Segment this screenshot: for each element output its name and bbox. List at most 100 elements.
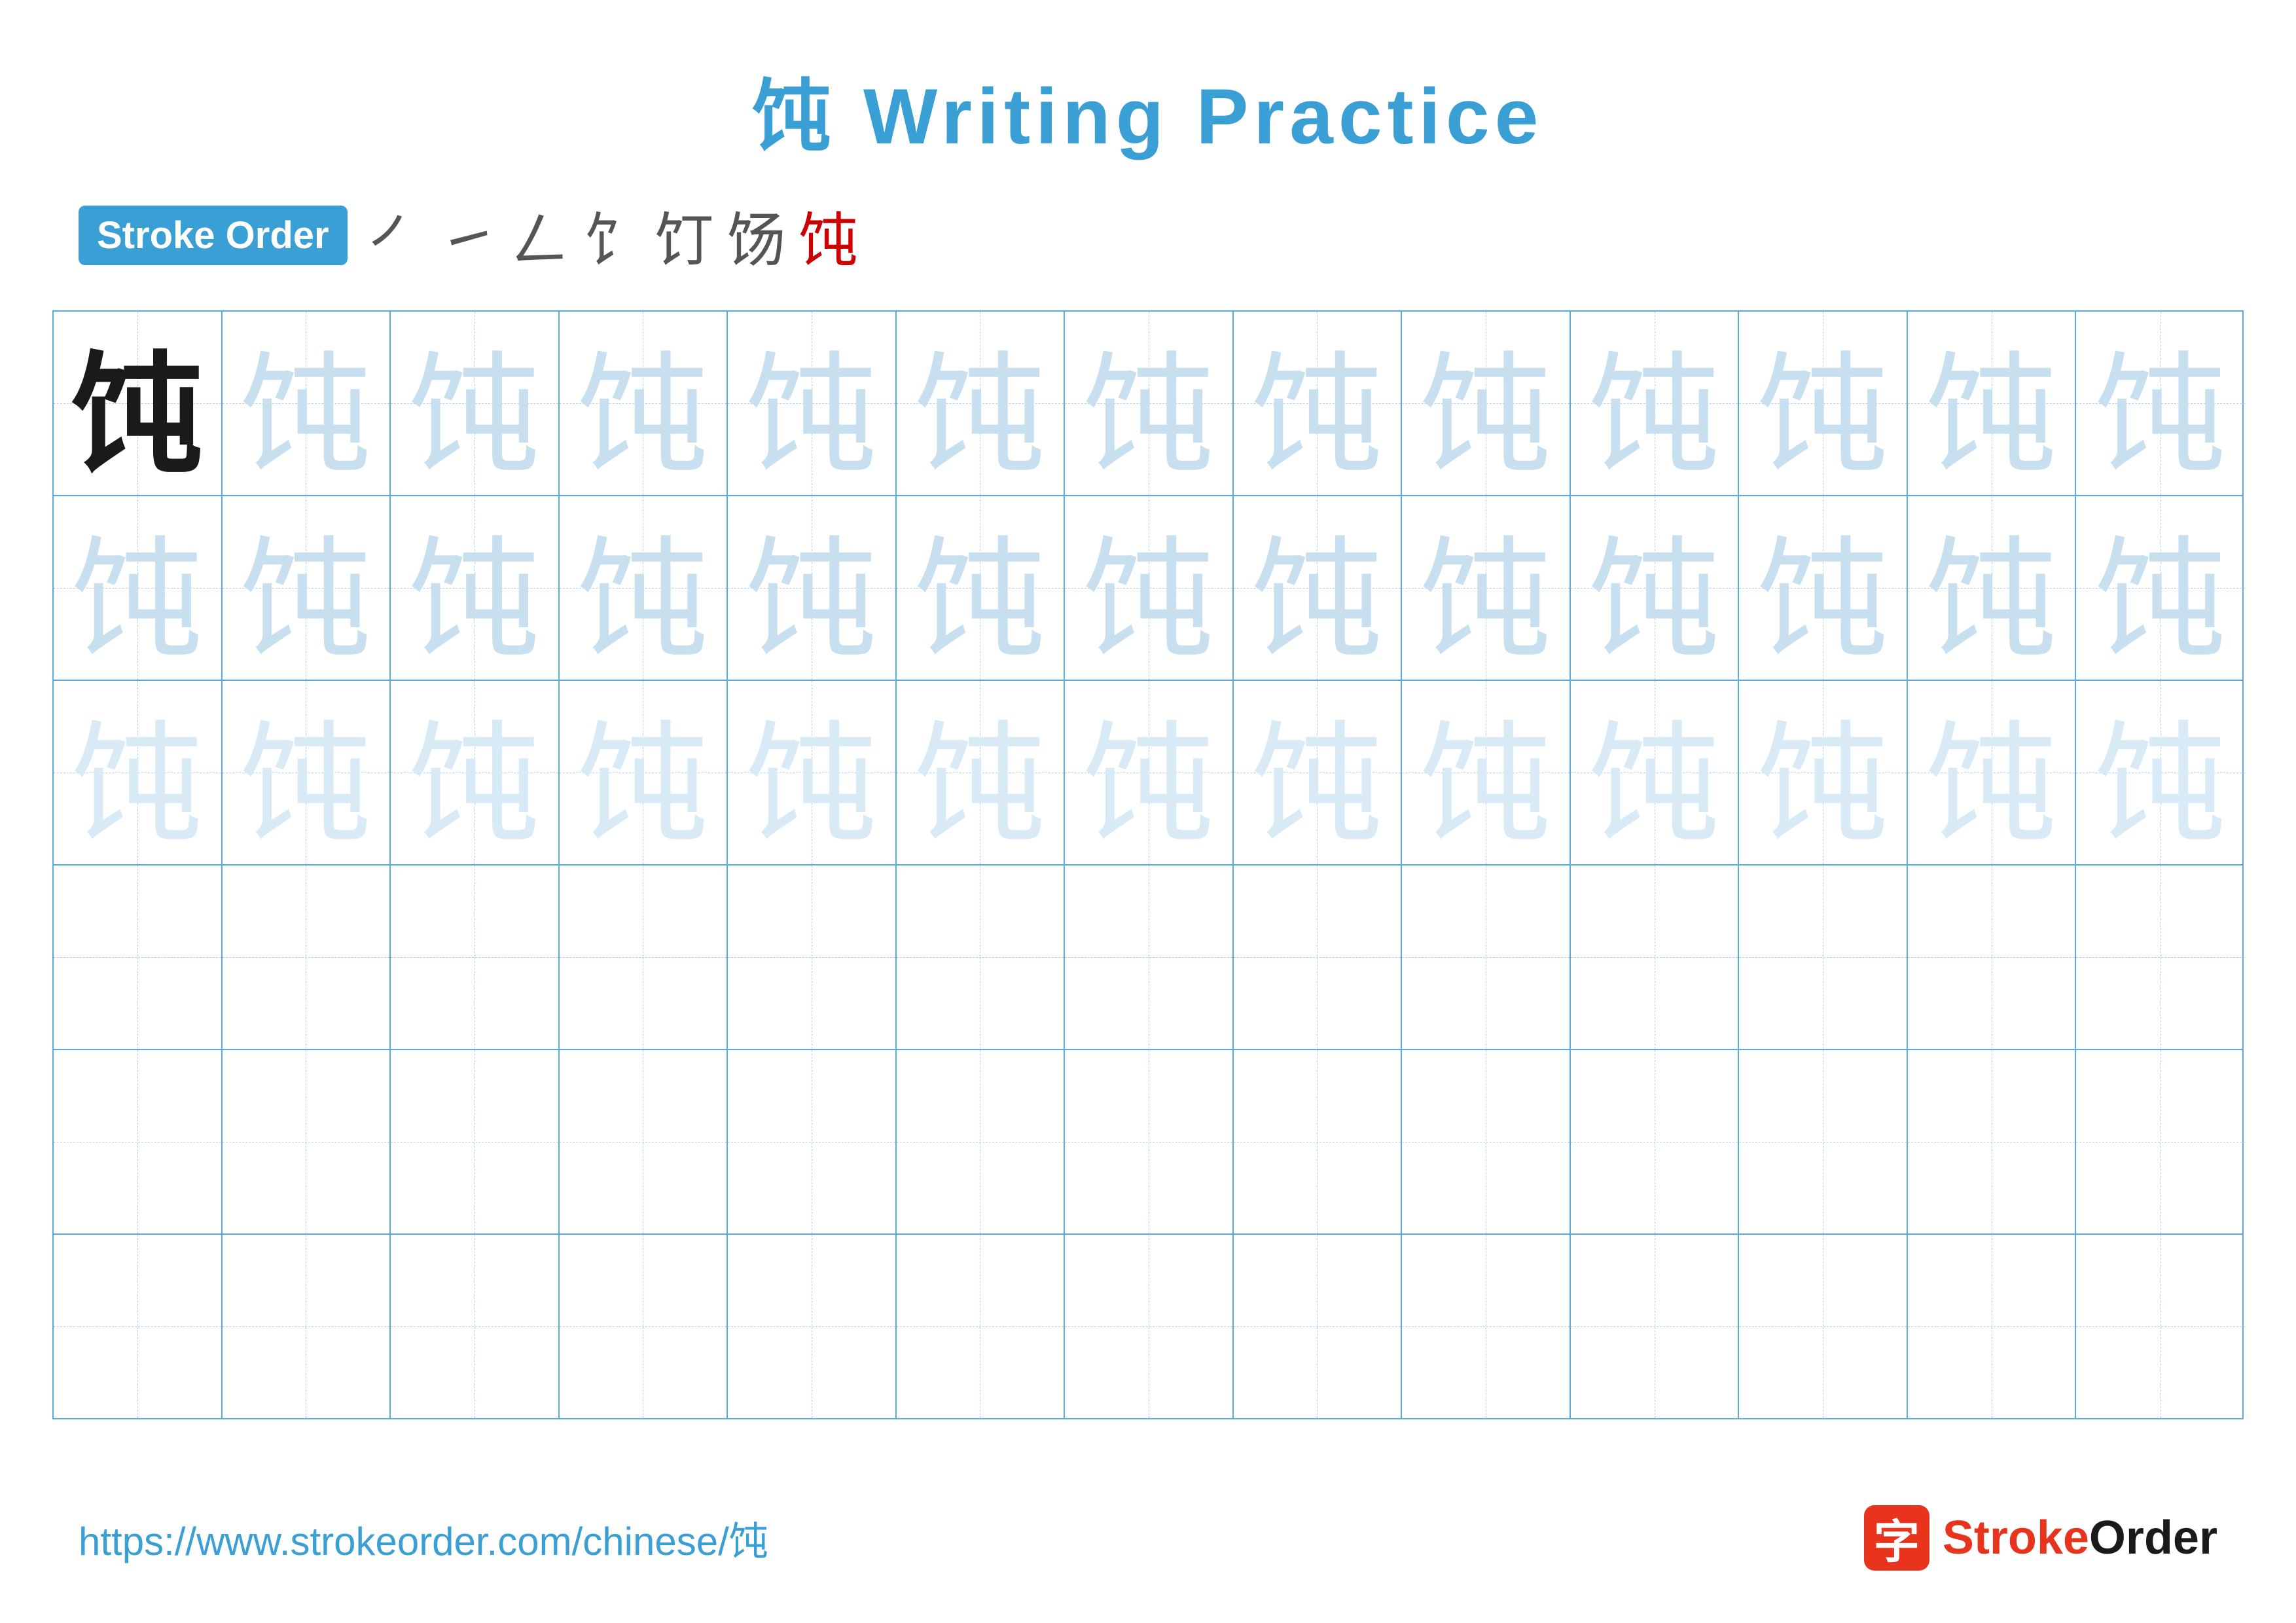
grid-cell-2-2[interactable]: 饨 [223, 496, 391, 680]
grid-cell-1-2[interactable]: 饨 [223, 312, 391, 495]
grid-cell-5-1[interactable] [54, 1050, 223, 1233]
grid-cell-3-7[interactable]: 饨 [1065, 681, 1234, 864]
grid-cell-1-5[interactable]: 饨 [728, 312, 897, 495]
grid-cell-2-9[interactable]: 饨 [1402, 496, 1571, 680]
grid-cell-6-9[interactable] [1402, 1235, 1571, 1418]
grid-cell-2-5[interactable]: 饨 [728, 496, 897, 680]
grid-cell-1-7[interactable]: 饨 [1065, 312, 1234, 495]
grid-row-3: 饨 饨 饨 饨 饨 饨 饨 饨 饨 饨 饨 饨 [54, 681, 2242, 866]
grid-cell-6-13[interactable] [2076, 1235, 2245, 1418]
char-display: 饨 [1420, 308, 1551, 498]
page-title: 饨 Writing Practice [0, 0, 2296, 192]
stroke-order-row: Stroke Order ㇒ ㇀ 𠃋 饣 饤 饧 饨 [0, 192, 2296, 278]
grid-cell-1-6[interactable]: 饨 [897, 312, 1066, 495]
grid-cell-6-6[interactable] [897, 1235, 1066, 1418]
grid-cell-3-5[interactable]: 饨 [728, 681, 897, 864]
grid-cell-4-7[interactable] [1065, 866, 1234, 1049]
char-display: 饨 [1251, 678, 1382, 867]
char-display: 饨 [240, 308, 371, 498]
grid-cell-6-1[interactable] [54, 1235, 223, 1418]
grid-cell-6-7[interactable] [1065, 1235, 1234, 1418]
grid-cell-4-8[interactable] [1234, 866, 1403, 1049]
grid-cell-5-8[interactable] [1234, 1050, 1403, 1233]
grid-cell-4-12[interactable] [1908, 866, 2077, 1049]
grid-cell-3-3[interactable]: 饨 [391, 681, 560, 864]
grid-cell-5-9[interactable] [1402, 1050, 1571, 1233]
grid-cell-2-3[interactable]: 饨 [391, 496, 560, 680]
grid-cell-1-11[interactable]: 饨 [1739, 312, 1908, 495]
grid-cell-3-4[interactable]: 饨 [560, 681, 728, 864]
grid-cell-3-10[interactable]: 饨 [1571, 681, 1740, 864]
grid-cell-6-11[interactable] [1739, 1235, 1908, 1418]
grid-cell-5-10[interactable] [1571, 1050, 1740, 1233]
grid-cell-3-12[interactable]: 饨 [1908, 681, 2077, 864]
grid-cell-3-1[interactable]: 饨 [54, 681, 223, 864]
grid-cell-5-5[interactable] [728, 1050, 897, 1233]
grid-cell-3-13[interactable]: 饨 [2076, 681, 2245, 864]
stroke-4: 饣 [583, 192, 642, 278]
title-text: Writing Practice [836, 73, 1544, 160]
char-display: 饨 [914, 308, 1045, 498]
grid-cell-3-6[interactable]: 饨 [897, 681, 1066, 864]
grid-cell-6-8[interactable] [1234, 1235, 1403, 1418]
grid-cell-3-2[interactable]: 饨 [223, 681, 391, 864]
grid-cell-5-3[interactable] [391, 1050, 560, 1233]
char-display: 饨 [2095, 678, 2226, 867]
grid-cell-4-3[interactable] [391, 866, 560, 1049]
grid-cell-5-13[interactable] [2076, 1050, 2245, 1233]
grid-cell-2-8[interactable]: 饨 [1234, 496, 1403, 680]
grid-cell-5-7[interactable] [1065, 1050, 1234, 1233]
grid-cell-4-6[interactable] [897, 866, 1066, 1049]
grid-cell-5-4[interactable] [560, 1050, 728, 1233]
writing-grid: 饨 饨 饨 饨 饨 饨 饨 饨 饨 饨 饨 饨 [52, 310, 2244, 1419]
grid-cell-4-5[interactable] [728, 866, 897, 1049]
grid-cell-6-10[interactable] [1571, 1235, 1740, 1418]
char-display: 饨 [1757, 308, 1888, 498]
grid-cell-1-1[interactable]: 饨 [54, 312, 223, 495]
grid-cell-5-12[interactable] [1908, 1050, 2077, 1233]
grid-cell-1-3[interactable]: 饨 [391, 312, 560, 495]
grid-cell-1-9[interactable]: 饨 [1402, 312, 1571, 495]
grid-cell-6-2[interactable] [223, 1235, 391, 1418]
char-display: 饨 [1926, 678, 2057, 867]
grid-cell-2-6[interactable]: 饨 [897, 496, 1066, 680]
grid-cell-5-6[interactable] [897, 1050, 1066, 1233]
char-display: 饨 [1083, 493, 1214, 683]
grid-cell-4-9[interactable] [1402, 866, 1571, 1049]
grid-cell-3-9[interactable]: 饨 [1402, 681, 1571, 864]
char-display: 饨 [1589, 678, 1720, 867]
grid-cell-2-1[interactable]: 饨 [54, 496, 223, 680]
grid-cell-4-10[interactable] [1571, 866, 1740, 1049]
grid-cell-6-12[interactable] [1908, 1235, 2077, 1418]
logo-text: StrokeOrder [1943, 1511, 2217, 1565]
grid-cell-1-13[interactable]: 饨 [2076, 312, 2245, 495]
grid-cell-4-2[interactable] [223, 866, 391, 1049]
grid-cell-1-12[interactable]: 饨 [1908, 312, 2077, 495]
grid-cell-4-4[interactable] [560, 866, 728, 1049]
char-display: 饨 [1083, 308, 1214, 498]
footer-url[interactable]: https://www.strokeorder.com/chinese/饨 [79, 1510, 768, 1567]
grid-cell-1-10[interactable]: 饨 [1571, 312, 1740, 495]
grid-cell-4-13[interactable] [2076, 866, 2245, 1049]
grid-cell-5-2[interactable] [223, 1050, 391, 1233]
grid-cell-3-11[interactable]: 饨 [1739, 681, 1908, 864]
grid-cell-2-10[interactable]: 饨 [1571, 496, 1740, 680]
grid-cell-2-4[interactable]: 饨 [560, 496, 728, 680]
grid-cell-1-4[interactable]: 饨 [560, 312, 728, 495]
grid-cell-5-11[interactable] [1739, 1050, 1908, 1233]
grid-cell-2-13[interactable]: 饨 [2076, 496, 2245, 680]
stroke-5: 饤 [655, 192, 714, 278]
grid-cell-4-11[interactable] [1739, 866, 1908, 1049]
char-display: 饨 [1926, 493, 2057, 683]
char-display: 饨 [2095, 493, 2226, 683]
grid-cell-6-4[interactable] [560, 1235, 728, 1418]
grid-cell-4-1[interactable] [54, 866, 223, 1049]
grid-cell-2-12[interactable]: 饨 [1908, 496, 2077, 680]
grid-cell-1-8[interactable]: 饨 [1234, 312, 1403, 495]
char-display: 饨 [1926, 308, 2057, 498]
grid-cell-3-8[interactable]: 饨 [1234, 681, 1403, 864]
grid-cell-6-5[interactable] [728, 1235, 897, 1418]
grid-cell-2-11[interactable]: 饨 [1739, 496, 1908, 680]
grid-cell-2-7[interactable]: 饨 [1065, 496, 1234, 680]
grid-cell-6-3[interactable] [391, 1235, 560, 1418]
